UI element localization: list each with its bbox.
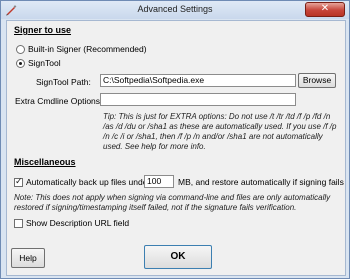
extra-cmdline-label: Extra Cmdline Options: bbox=[15, 96, 103, 106]
signtool-tip: Tip: This is just for EXTRA options: Do … bbox=[103, 112, 337, 151]
window-title: Advanced Settings bbox=[137, 4, 213, 14]
auto-backup-label-pre[interactable]: Automatically back up files under bbox=[26, 177, 150, 187]
ok-button[interactable]: OK bbox=[144, 245, 212, 269]
show-description-url-label[interactable]: Show Description URL field bbox=[26, 218, 129, 228]
extra-cmdline-input[interactable] bbox=[100, 93, 296, 106]
signtool-path-label: SignTool Path: bbox=[36, 77, 91, 87]
builtin-signer-label[interactable]: Built-in Signer (Recommended) bbox=[28, 44, 147, 54]
builtin-signer-radio[interactable] bbox=[16, 45, 25, 54]
dialog-body: Signer to use Built-in Signer (Recommend… bbox=[6, 20, 346, 276]
close-icon: ✕ bbox=[320, 3, 330, 14]
misc-note: Note: This does not apply when signing v… bbox=[14, 193, 331, 212]
signtool-label[interactable]: SignTool bbox=[28, 58, 61, 68]
help-button[interactable]: Help bbox=[11, 248, 45, 268]
close-button[interactable]: ✕ bbox=[305, 2, 345, 17]
browse-button[interactable]: Browse bbox=[298, 73, 336, 88]
signtool-radio[interactable] bbox=[16, 59, 25, 68]
advanced-settings-window: Advanced Settings ✕ Signer to use Built-… bbox=[0, 0, 350, 279]
signtool-path-input[interactable]: C:\Softpedia\Softpedia.exe bbox=[100, 74, 296, 87]
show-description-url-checkbox[interactable] bbox=[14, 219, 23, 228]
auto-backup-label-post: MB, and restore automatically if signing… bbox=[178, 177, 344, 187]
title-bar[interactable]: Advanced Settings ✕ bbox=[1, 1, 349, 19]
auto-backup-size-input[interactable]: 100 bbox=[144, 175, 174, 188]
signer-heading: Signer to use bbox=[14, 25, 72, 35]
auto-backup-checkbox[interactable] bbox=[14, 176, 23, 187]
misc-heading: Miscellaneous bbox=[14, 157, 76, 167]
